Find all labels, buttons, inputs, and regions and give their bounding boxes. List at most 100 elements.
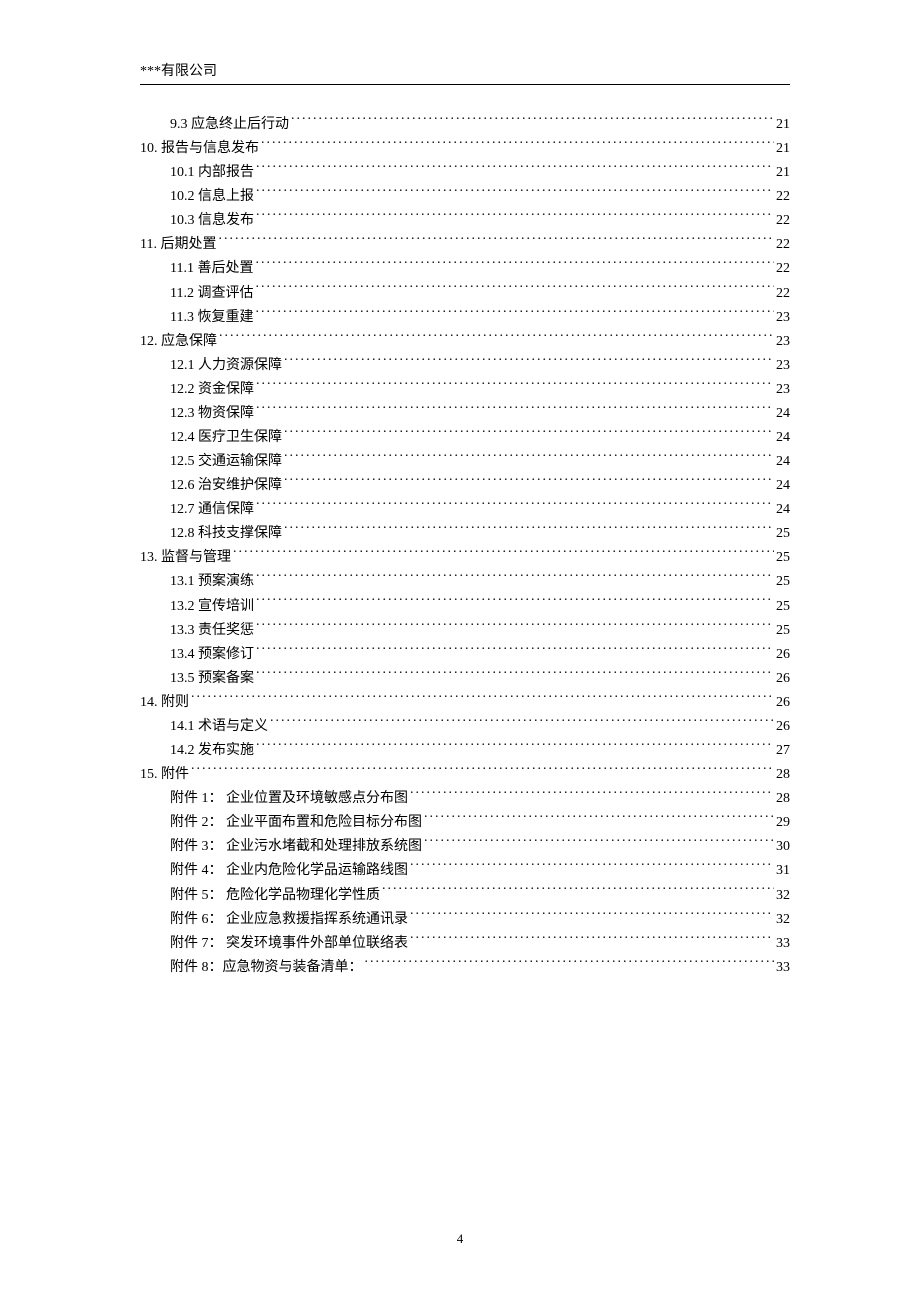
toc-dots: [410, 909, 774, 923]
toc-entry-label: 10.2 信息上报: [170, 185, 254, 209]
toc-dots: [256, 379, 774, 393]
toc-entry: 14.1 术语与定义26: [140, 715, 790, 739]
toc-dots: [256, 162, 774, 176]
toc-entry-label: 14.1 术语与定义: [170, 715, 268, 739]
toc-entry-page: 31: [776, 859, 790, 883]
toc-entry: 14. 附则26: [140, 691, 790, 715]
toc-entry-page: 22: [776, 209, 790, 233]
toc-dots: [256, 668, 774, 682]
toc-dots: [284, 475, 774, 489]
toc-entry-label: 12. 应急保障: [140, 330, 217, 354]
toc-entry: 附件 7： 突发环境事件外部单位联络表 33: [140, 932, 790, 956]
toc-entry: 12.6 治安维护保障24: [140, 474, 790, 498]
toc-entry-label: 附件 8：应急物资与装备清单：: [170, 956, 363, 980]
toc-entry-label: 11. 后期处置: [140, 233, 216, 257]
toc-dots: [270, 716, 774, 730]
toc-entry: 附件 1： 企业位置及环境敏感点分布图28: [140, 787, 790, 811]
toc-entry: 附件 8：应急物资与装备清单：33: [140, 956, 790, 980]
toc-entry-page: 24: [776, 498, 790, 522]
toc-entry: 12.3 物资保障 24: [140, 402, 790, 426]
toc-entry-page: 28: [776, 763, 790, 787]
toc-entry: 13.4 预案修订 26: [140, 643, 790, 667]
toc-entry: 10. 报告与信息发布 21: [140, 137, 790, 161]
toc-dots: [218, 234, 774, 248]
toc-dots: [365, 957, 775, 971]
toc-dots: [410, 860, 774, 874]
toc-dots: [382, 885, 774, 899]
toc-entry-label: 附件 3： 企业污水堵截和处理排放系统图: [170, 835, 422, 859]
toc-entry-label: 13.4 预案修订: [170, 643, 254, 667]
toc-dots: [256, 186, 774, 200]
toc-dots: [255, 258, 774, 272]
toc-dots: [256, 740, 774, 754]
toc-entry-label: 10. 报告与信息发布: [140, 137, 259, 161]
toc-entry-page: 21: [776, 161, 790, 185]
toc-entry-page: 32: [776, 884, 790, 908]
toc-entry: 附件 5： 危险化学品物理化学性质32: [140, 884, 790, 908]
toc-dots: [256, 403, 774, 417]
toc-entry: 12. 应急保障23: [140, 330, 790, 354]
toc-entry: 附件 4： 企业内危险化学品运输路线图 31: [140, 859, 790, 883]
toc-entry-page: 24: [776, 402, 790, 426]
toc-entry-label: 12.1 人力资源保障: [170, 354, 282, 378]
toc-dots: [256, 596, 774, 610]
toc-entry: 14.2 发布实施 27: [140, 739, 790, 763]
toc-dots: [284, 523, 774, 537]
toc-dots: [284, 451, 774, 465]
toc-entry-page: 27: [776, 739, 790, 763]
toc-entry: 12.2 资金保障23: [140, 378, 790, 402]
toc-entry-label: 附件 7： 突发环境事件外部单位联络表: [170, 932, 408, 956]
toc-entry: 附件 3： 企业污水堵截和处理排放系统图 30: [140, 835, 790, 859]
toc-entry-page: 24: [776, 426, 790, 450]
toc-entry-label: 附件 1： 企业位置及环境敏感点分布图: [170, 787, 408, 811]
toc-entry: 11.2 调查评估 22: [140, 282, 790, 306]
toc-dots: [256, 644, 774, 658]
toc-entry: 附件 6： 企业应急救援指挥系统通讯录32: [140, 908, 790, 932]
toc-dots: [256, 499, 774, 513]
toc-entry: 13. 监督与管理25: [140, 546, 790, 570]
toc-entry: 12.8 科技支撑保障25: [140, 522, 790, 546]
toc-entry-page: 23: [776, 306, 790, 330]
toc-entry-label: 12.3 物资保障: [170, 402, 254, 426]
toc-entry-page: 24: [776, 450, 790, 474]
toc-entry: 12.5 交通运输保障24: [140, 450, 790, 474]
toc-dots: [291, 114, 774, 128]
toc-dots: [255, 283, 774, 297]
toc-entry-page: 25: [776, 619, 790, 643]
toc-entry-page: 25: [776, 595, 790, 619]
toc-entry-page: 33: [776, 932, 790, 956]
toc-entry-page: 29: [776, 811, 790, 835]
toc-entry: 12.1 人力资源保障23: [140, 354, 790, 378]
toc-entry: 附件 2： 企业平面布置和危险目标分布图29: [140, 811, 790, 835]
toc-entry-label: 13.1 预案演练: [170, 570, 254, 594]
toc-dots: [219, 331, 774, 345]
toc-entry-label: 14.2 发布实施: [170, 739, 254, 763]
toc-dots: [256, 620, 774, 634]
toc-entry-page: 32: [776, 908, 790, 932]
toc-dots: [256, 210, 774, 224]
table-of-contents: 9.3 应急终止后行动2110. 报告与信息发布2110.1 内部报告2110.…: [140, 113, 790, 980]
toc-entry-label: 12.6 治安维护保障: [170, 474, 282, 498]
document-page: ***有限公司 9.3 应急终止后行动2110. 报告与信息发布2110.1 内…: [0, 0, 920, 980]
toc-entry-label: 13.2 宣传培训: [170, 595, 254, 619]
toc-entry-page: 26: [776, 691, 790, 715]
toc-dots: [284, 427, 774, 441]
toc-entry: 12.4 医疗卫生保障24: [140, 426, 790, 450]
toc-entry-page: 26: [776, 643, 790, 667]
toc-dots: [191, 692, 774, 706]
toc-entry-label: 11.2 调查评估: [170, 282, 253, 306]
toc-entry-label: 附件 4： 企业内危险化学品运输路线图: [170, 859, 408, 883]
page-number: 4: [0, 1231, 920, 1247]
toc-entry: 11.3 恢复重建23: [140, 306, 790, 330]
toc-entry-label: 15. 附件: [140, 763, 189, 787]
toc-entry-label: 10.3 信息发布: [170, 209, 254, 233]
toc-entry-page: 21: [776, 137, 790, 161]
toc-entry-page: 30: [776, 835, 790, 859]
toc-dots: [410, 933, 774, 947]
toc-entry: 10.1 内部报告21: [140, 161, 790, 185]
toc-entry-label: 9.3 应急终止后行动: [170, 113, 289, 137]
toc-entry: 11.1 善后处置22: [140, 257, 790, 281]
toc-entry: 13.1 预案演练25: [140, 570, 790, 594]
toc-entry-page: 22: [776, 282, 790, 306]
toc-entry-page: 22: [776, 257, 790, 281]
